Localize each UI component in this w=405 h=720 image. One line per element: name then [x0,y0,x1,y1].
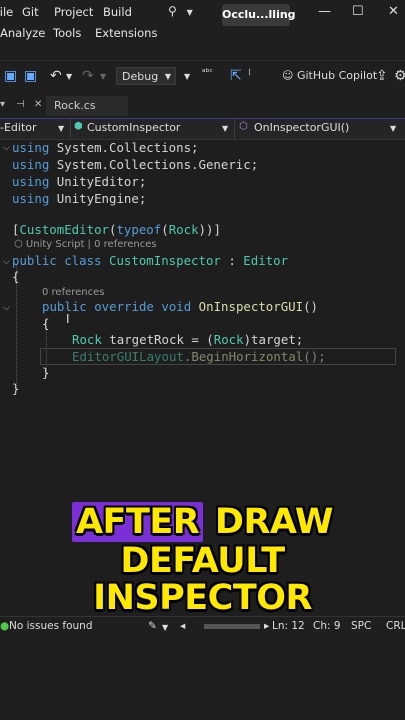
menu-project[interactable]: Project [54,5,93,19]
github-copilot-button[interactable]: ☺ GitHub Copilot [282,69,377,82]
dropdown-icon[interactable]: ▾ [0,99,5,110]
menu-tools[interactable]: Tools [53,26,81,40]
class-icon: ⬢ [74,121,83,132]
undo-dropdown-icon[interactable]: ▼ [66,72,72,81]
indent-mode[interactable]: SPC [351,620,371,632]
codelens-text: Unity Script | 0 references [25,239,157,250]
share-icon[interactable]: ⇪ [376,68,388,84]
close-icon[interactable]: ✕ [388,4,399,19]
code-line-method-open: { [42,316,50,331]
toolbar: ▣ ▣ ↶ ▼ ↷ ▼ Debug ▼ ▼ ᵃᵇᶜ ⇱ ⁞ ☺ GitHub C… [0,60,405,93]
code-line-3: using UnityEditor; [12,174,147,189]
code-line-stmt-1: Rock targetRock = (Rock)target; [72,332,304,347]
menu-build[interactable]: Build [103,5,132,19]
codelens-class[interactable]: ⬡ Unity Script | 0 references [14,239,157,250]
codelens-method[interactable]: 0 references [42,287,105,298]
configuration-label: Debug [122,70,159,83]
minimize-icon[interactable]: — [318,4,331,19]
maximize-icon[interactable]: ☐ [352,4,364,19]
code-line-close-brace: } [12,381,20,396]
column-number[interactable]: Ch: 9 [313,620,341,632]
tab-label: Rock.cs [54,99,96,112]
scroll-left-icon[interactable]: ◂ [180,620,185,632]
save-all-icon[interactable]: ▣ [24,68,37,84]
caption-highlight: AFTER [71,502,204,542]
project-dropdown[interactable]: -Editor [0,121,37,134]
code-line-attribute: [CustomEditor(typeof(Rock))] [12,222,221,237]
chevron-down-icon: ▼ [58,124,65,133]
code-line-2: using System.Collections.Generic; [12,157,259,172]
code-line-4: using UnityEngine; [12,191,147,206]
fold-icon[interactable]: ⌵ [3,303,10,313]
check-icon: ● [0,620,10,632]
save-icon[interactable]: ▣ [4,68,17,84]
more-icon[interactable]: ⁞ [248,68,251,78]
code-line-method-close: } [42,365,50,380]
menu-extensions[interactable]: Extensions [95,26,157,40]
caption-line-2: DEFAULT [120,541,285,581]
configuration-select[interactable]: Debug ▼ [116,67,176,85]
redo-dropdown-icon[interactable]: ▼ [100,72,106,81]
member-label: OnInspectorGUI() [254,121,350,134]
brush-icon[interactable]: ✎ [148,620,157,632]
settings-icon[interactable]: ⚙ [394,68,405,84]
search-button[interactable]: ⚲ ▼ [168,4,208,22]
fold-icon[interactable]: ⌵ [3,257,10,267]
chevron-down-icon: ▼ [164,72,171,81]
project-label: -Editor [0,121,37,134]
spellcheck-icon[interactable]: ᵃᵇᶜ [202,68,213,78]
divider [234,119,235,139]
pin-icon[interactable]: ⊣ [16,99,25,110]
bottom-area [0,637,405,720]
caption-rest: DRAW [203,502,334,542]
undo-icon[interactable]: ↶ [50,68,62,84]
tab-rock-cs[interactable]: Rock.cs [46,96,128,116]
divider [70,119,71,139]
class-dropdown[interactable]: CustomInspector [87,121,180,134]
member-dropdown[interactable]: OnInspectorGUI() [254,121,349,134]
status-bar: ● No issues found ✎ ▼ ◂ ▸ Ln: 12 Ch: 9 S… [0,616,405,637]
dropdown-icon[interactable]: ▼ [184,72,190,81]
copilot-label: GitHub Copilot [296,69,378,82]
pointer-icon[interactable]: ⇱ [230,68,242,84]
unity-icon: ⬡ [14,239,23,250]
menu-analyze[interactable]: Analyze [0,26,45,40]
code-line-stmt-2: EditorGUILayout.BeginHorizontal(); [72,349,326,364]
text-cursor-icon: I [66,312,70,326]
chevron-down-icon: ▼ [222,124,229,133]
menu-bar: File Git Project Build ⚲ ▼ Occlu...lling… [0,0,405,46]
code-line-1: using System.Collections; [12,140,199,155]
scroll-right-icon[interactable]: ▸ [264,620,269,632]
method-icon: ⬡ [239,121,248,132]
code-line-method: public override void OnInspectorGUI() [42,299,319,314]
chevron-down-icon: ▼ [162,623,169,632]
issues-status[interactable]: No issues found [9,620,93,632]
fold-icon[interactable]: ⌵ [3,143,10,153]
caption-line-3: INSPECTOR [93,578,312,618]
menu-file[interactable]: File [0,5,13,19]
menu-git[interactable]: Git [22,5,39,19]
redo-icon[interactable]: ↷ [82,68,94,84]
chevron-down-icon: ▼ [186,8,193,17]
chevron-down-icon: ▼ [390,124,397,133]
code-line-class: public class CustomInspector : Editor [12,253,289,268]
solution-title-badge[interactable]: Occlu...lling [222,4,296,26]
close-tab-icon[interactable]: ✕ [34,99,42,110]
caption-line-1: AFTER DRAW [0,502,405,542]
tab-strip: ▾ ⊣ ✕ Rock.cs [0,96,405,120]
class-label: CustomInspector [87,121,181,134]
horizontal-scrollbar[interactable] [204,624,260,629]
line-ending[interactable]: CRLF [386,620,405,632]
search-icon: ⚲ [168,4,177,18]
navigation-bar: -Editor ▼ ⬢ CustomInspector ▼ ⬡ OnInspec… [0,119,405,140]
copilot-icon: ☺ [282,69,294,82]
code-line-open-brace: { [12,269,20,284]
line-number[interactable]: Ln: 12 [272,620,305,632]
